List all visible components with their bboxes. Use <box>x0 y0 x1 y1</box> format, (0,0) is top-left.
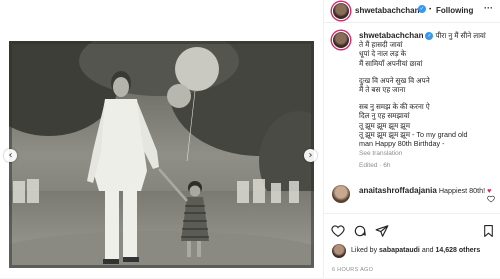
liker-avatar[interactable] <box>332 244 346 258</box>
more-options-icon[interactable]: ··· <box>484 3 493 13</box>
caption-line: तू झूम झूम झूम झूम <box>359 120 411 130</box>
author-avatar[interactable] <box>332 2 350 20</box>
share-button[interactable] <box>374 223 390 239</box>
following-button[interactable]: Following <box>436 6 473 15</box>
chevron-right-icon: › <box>308 149 313 161</box>
header-separator: • <box>429 6 432 13</box>
caption-line: मैं सामियाँ अपनीयां छावां <box>359 58 423 68</box>
send-icon <box>375 225 389 237</box>
comment: anaitashroffadajania Happiest 80th! ♥ <box>359 186 494 196</box>
verified-badge-icon: ✓ <box>418 5 426 13</box>
comment-author[interactable]: anaitashroffadajania <box>359 186 437 195</box>
author-username[interactable]: shwetabachchan <box>355 6 419 15</box>
post-caption: shwetabachchan ✓ पीरा नु मैं सीने लावां त… <box>359 31 499 171</box>
like-button[interactable] <box>330 223 346 239</box>
caption-line: सब नु समझ के की करना ऐ <box>359 102 430 112</box>
next-photo-button[interactable]: › <box>304 149 317 162</box>
caption-author-avatar[interactable] <box>332 31 350 49</box>
caption-timestamp: Edited · 6h <box>359 162 391 170</box>
chevron-left-icon: ‹ <box>8 149 13 161</box>
heart-icon <box>331 225 345 237</box>
heart-outline-icon <box>487 195 495 203</box>
caption-line: ते मैं हासदी जावां <box>359 40 403 50</box>
liker-username[interactable]: sabapataudi <box>379 247 420 254</box>
previous-photo-button[interactable]: ‹ <box>4 149 17 162</box>
caption-line: धूपां दे नाल लड़ के <box>359 49 407 59</box>
caption-line: दुःख वि अपने सुख वि अपने <box>359 75 430 85</box>
caption-line: तू झूम झूम झूम झूम - To my grand old <box>359 129 468 139</box>
post-header: shwetabachchan ✓ • Following ··· <box>324 0 500 23</box>
caption-line <box>359 68 499 76</box>
like-comment-button[interactable] <box>487 190 495 208</box>
caption-author-username[interactable]: shwetabachchan <box>359 31 423 40</box>
photo-image <box>9 41 314 268</box>
liked-by-label: Liked by <box>351 247 378 254</box>
comment-icon <box>354 225 366 237</box>
caption-line: पीरा नु मैं सीने लावां <box>435 31 486 40</box>
caption-line: man Happy 80th Birthday - <box>359 139 445 149</box>
commenter-avatar[interactable] <box>332 185 350 203</box>
comment-button[interactable] <box>352 223 368 239</box>
verified-badge-icon: ✓ <box>425 32 434 41</box>
bookmark-icon <box>483 225 493 237</box>
caption-line: दिल नु एह समझावां <box>359 111 410 121</box>
comment-text: Happiest 80th! <box>438 186 486 195</box>
likes-summary: Liked by sabapataudi and 14,628 others <box>351 247 480 254</box>
likes-count[interactable]: 14,628 others <box>435 247 480 254</box>
liked-by-and-label: and <box>421 247 434 254</box>
caption-line <box>359 94 499 102</box>
post-sidebar: shwetabachchan ✓ • Following ··· shwetab… <box>323 0 500 278</box>
instagram-post: ‹ › shwetabachchan ✓ • Following ··· shw… <box>0 0 500 278</box>
post-timestamp: 6 HOURS AGO <box>332 267 374 273</box>
caption-line: मैं ते बस एह जाना <box>359 85 406 95</box>
see-translation-link[interactable]: See translation <box>359 149 499 158</box>
post-photo[interactable] <box>9 41 314 268</box>
save-button[interactable] <box>480 223 496 239</box>
post-media: ‹ › <box>0 0 323 278</box>
